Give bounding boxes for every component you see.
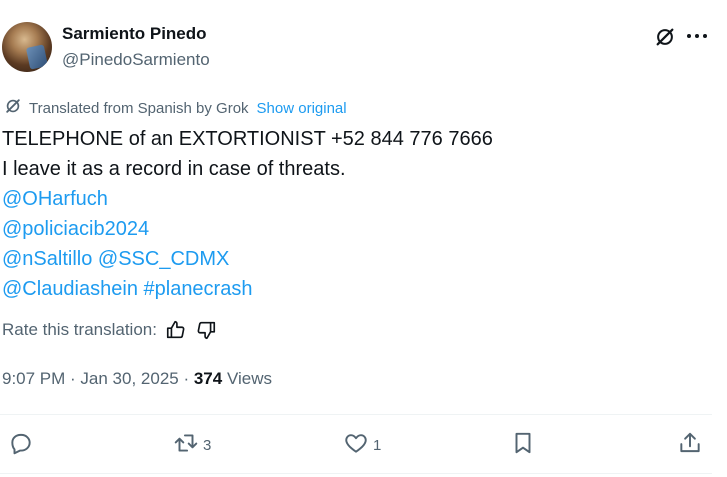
tweet-detail: Sarmiento Pinedo @PinedoSarmiento Transl… xyxy=(0,0,727,477)
reply-button[interactable] xyxy=(8,430,34,460)
grok-icon[interactable] xyxy=(654,26,676,48)
translation-label: Translated from Spanish by Grok xyxy=(29,99,249,117)
bookmark-button[interactable] xyxy=(510,430,536,460)
author-display-name[interactable]: Sarmiento Pinedo xyxy=(62,24,207,44)
meta-separator: · xyxy=(65,369,81,388)
more-icon[interactable] xyxy=(684,24,710,48)
tweet-line-1: TELEPHONE of an EXTORTIONIST +52 844 776… xyxy=(2,128,493,150)
mention-oharfuch[interactable]: @OHarfuch xyxy=(2,188,108,210)
meta-separator: · xyxy=(178,369,194,388)
show-original-link[interactable]: Show original xyxy=(257,100,347,117)
divider xyxy=(0,473,712,474)
tweet-meta: 9:07 PM · Jan 30, 2025 · 374 Views xyxy=(2,369,272,389)
mention-ssc-cdmx[interactable]: @SSC_CDMX xyxy=(98,248,229,270)
translation-notice: Translated from Spanish by Grok Show ori… xyxy=(3,96,347,120)
views-count: 374 xyxy=(193,369,223,388)
rate-translation-label: Rate this translation: xyxy=(2,320,157,339)
retweet-button[interactable]: 3 xyxy=(173,430,211,460)
mention-policiacib2024[interactable]: @policiacib2024 xyxy=(2,218,149,240)
retweet-count: 3 xyxy=(203,436,212,454)
retweet-icon xyxy=(173,430,199,460)
views-label: Views xyxy=(226,369,272,388)
bookmark-icon xyxy=(510,430,536,460)
avatar-detail xyxy=(25,44,49,70)
tweet-time[interactable]: 9:07 PM xyxy=(2,369,65,388)
thumbs-up-icon[interactable] xyxy=(165,319,187,341)
tweet-date[interactable]: Jan 30, 2025 xyxy=(80,369,178,388)
mention-claudiashein[interactable]: @Claudiashein xyxy=(2,278,138,300)
share-button[interactable] xyxy=(677,430,703,460)
tweet-line-2: I leave it as a record in case of threat… xyxy=(2,158,346,180)
tweet-text: TELEPHONE of an EXTORTIONIST +52 844 776… xyxy=(2,124,493,304)
like-button[interactable]: 1 xyxy=(343,430,381,460)
divider xyxy=(0,414,712,415)
avatar[interactable] xyxy=(2,22,52,72)
like-count: 1 xyxy=(373,436,382,454)
grok-translate-icon xyxy=(3,96,23,120)
rate-translation: Rate this translation: xyxy=(2,319,217,341)
thumbs-down-icon[interactable] xyxy=(195,319,217,341)
hashtag-planecrash[interactable]: #planecrash xyxy=(144,278,253,300)
author-handle[interactable]: @PinedoSarmiento xyxy=(62,50,210,70)
heart-icon xyxy=(343,430,369,460)
share-icon xyxy=(677,430,703,460)
mention-nsaltillo[interactable]: @nSaltillo xyxy=(2,248,92,270)
reply-icon xyxy=(8,430,34,460)
